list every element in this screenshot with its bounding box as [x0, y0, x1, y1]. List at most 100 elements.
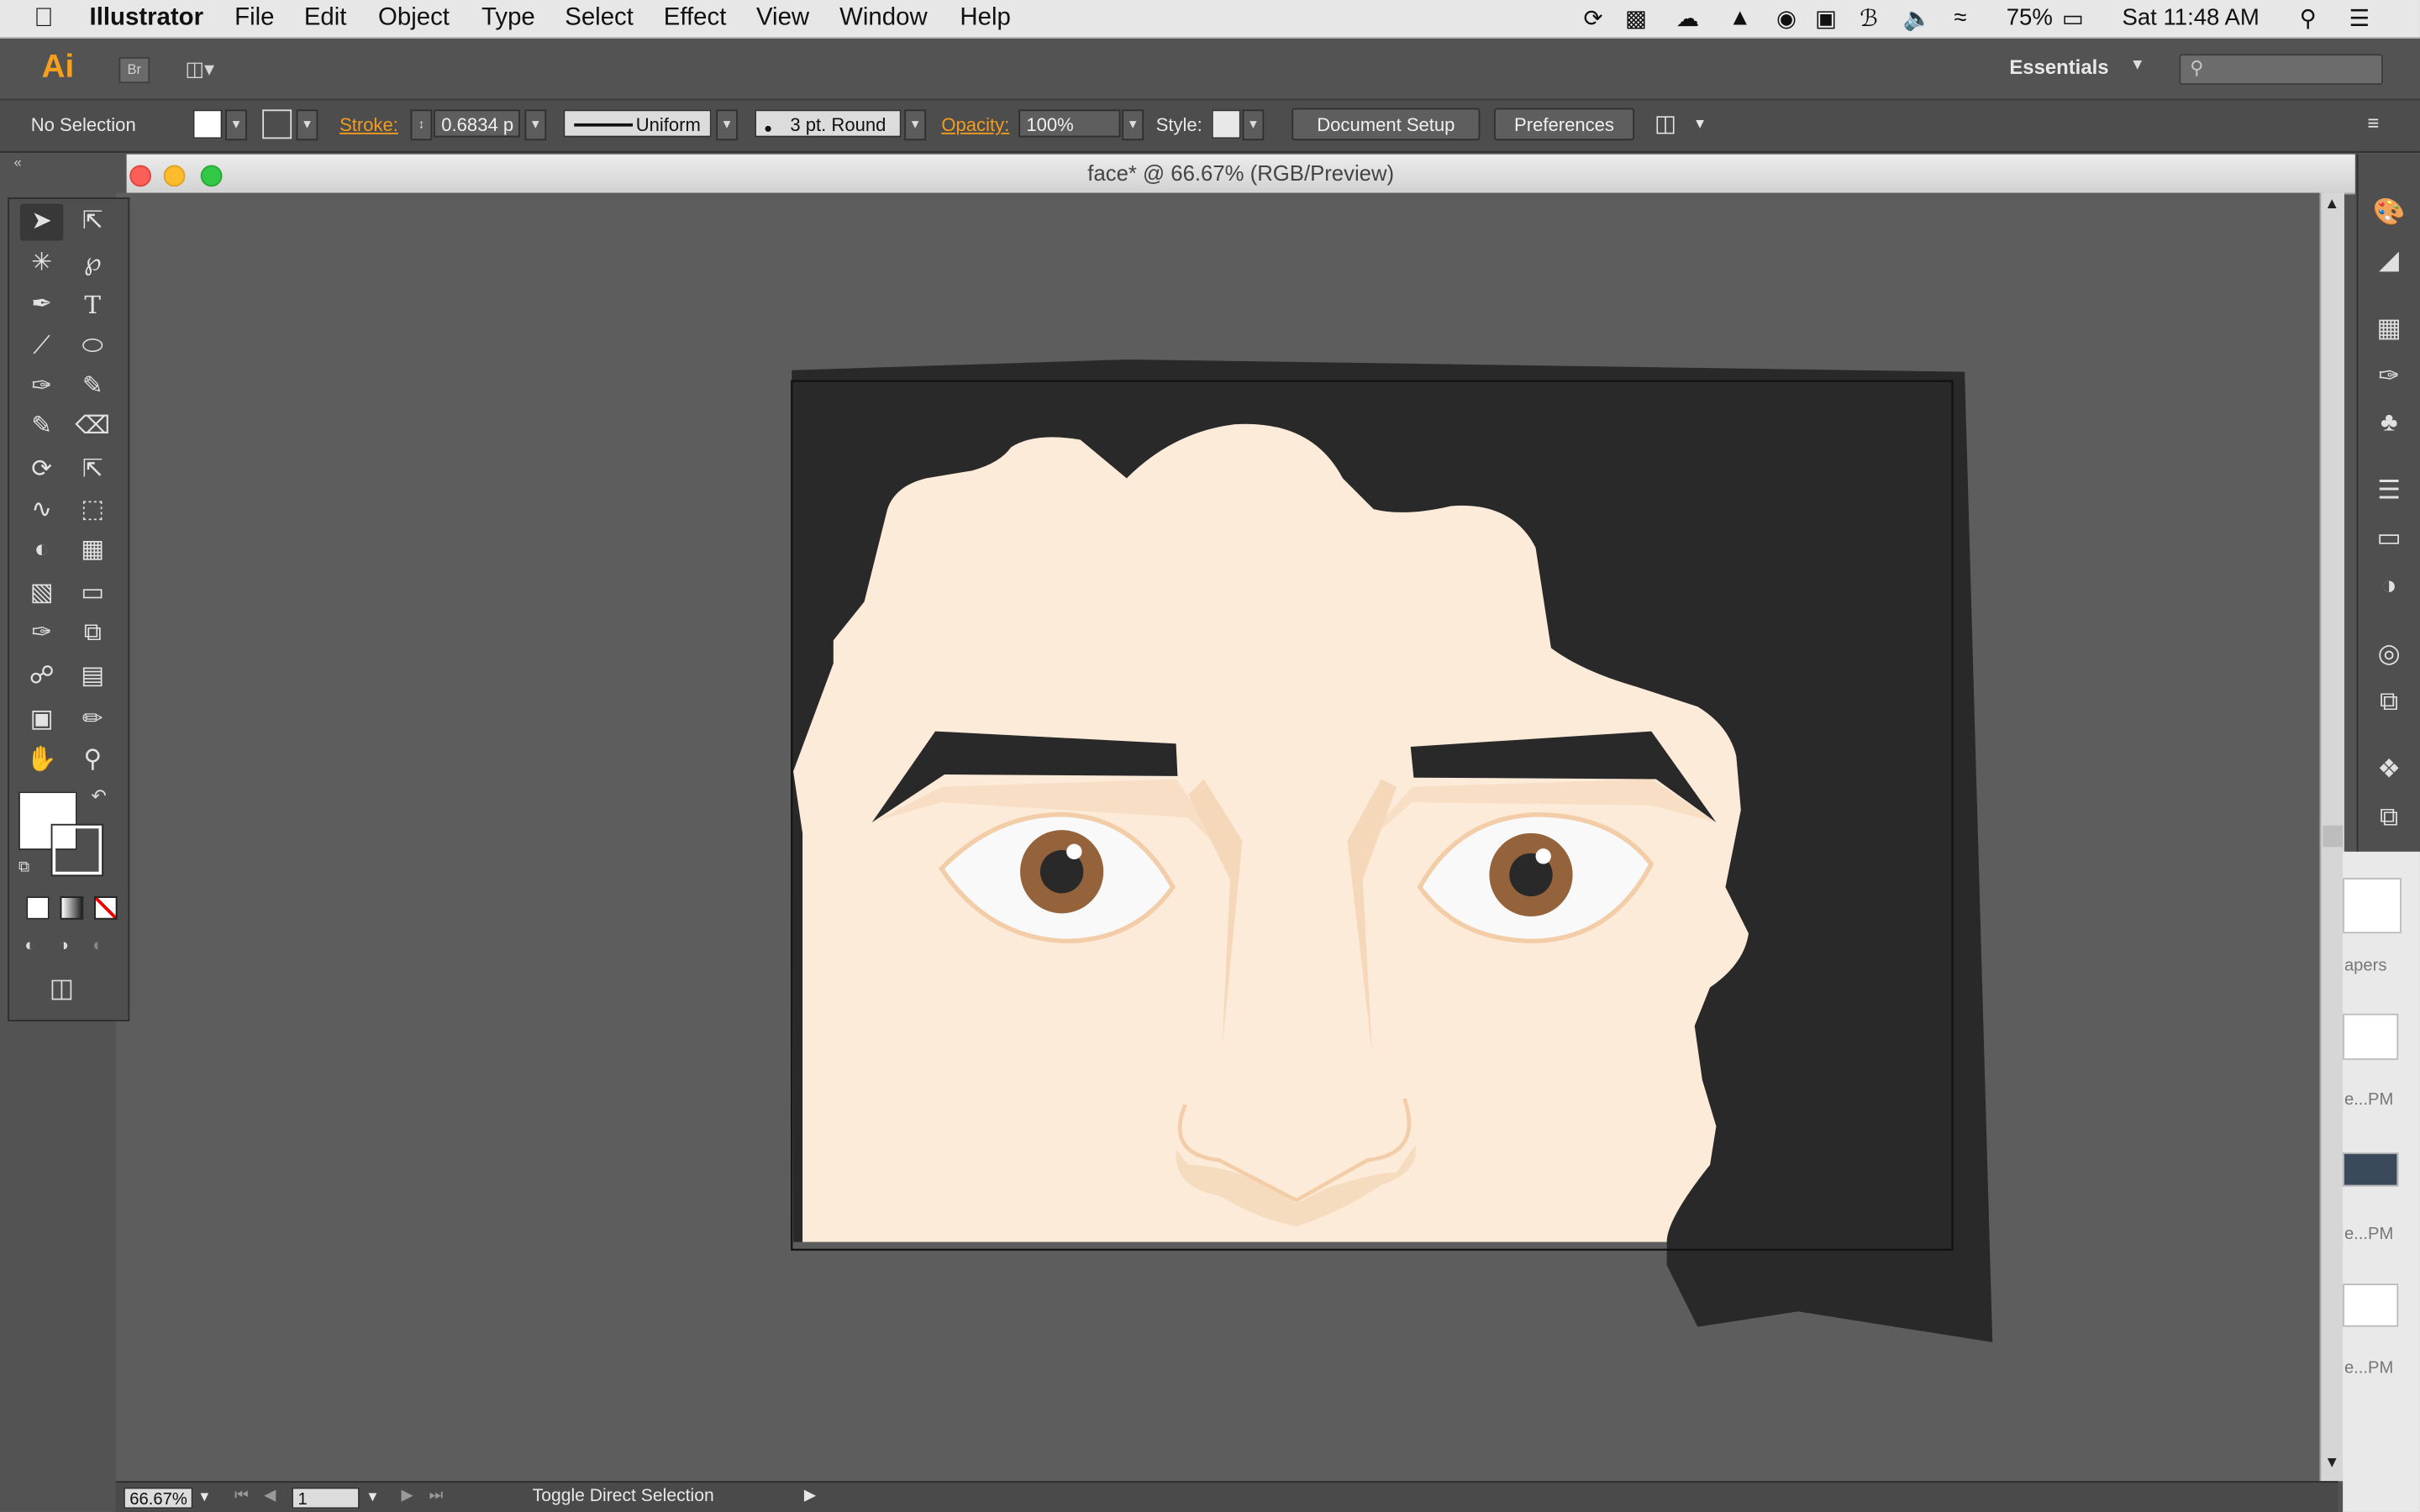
next-artboard-icon[interactable]: ▶	[402, 1488, 413, 1504]
bookmark-icon[interactable]: ▣	[1815, 5, 1837, 32]
hand-tool-icon[interactable]: ✋	[20, 742, 63, 779]
eraser-tool-icon[interactable]: ⌫	[71, 409, 113, 446]
magic-wand-tool-icon[interactable]: ✳	[20, 245, 63, 282]
document-raster-effects-icon[interactable]: ◫	[1655, 109, 1676, 137]
cloud-icon[interactable]: ☁	[1676, 5, 1700, 32]
chevron-down-icon[interactable]: ▼	[2130, 57, 2145, 74]
artboard-tool-icon[interactable]: ▣	[20, 702, 63, 739]
free-transform-tool-icon[interactable]: ⬚	[71, 492, 113, 529]
draw-behind-icon[interactable]: ◑	[59, 937, 69, 955]
terminal-icon[interactable]: ▩	[1625, 5, 1647, 32]
eye-icon[interactable]: ◉	[1776, 5, 1797, 32]
sync-icon[interactable]: ⟳	[1583, 5, 1602, 32]
canvas-area[interactable]	[115, 192, 2320, 1482]
help-search-input[interactable]: ⚲	[2179, 54, 2383, 86]
gradient-mode-icon[interactable]	[60, 896, 84, 920]
none-mode-icon[interactable]	[94, 896, 118, 920]
color-panel-icon[interactable]: 🎨	[2372, 196, 2406, 229]
artwork-svg[interactable]	[116, 193, 2320, 1482]
stroke-label-link[interactable]: Stroke:	[339, 114, 398, 136]
menu-type[interactable]: Type	[481, 5, 535, 33]
bowler-hat-icon[interactable]: ▲	[1728, 5, 1751, 31]
notification-center-icon[interactable]: ☰	[2349, 5, 2370, 32]
menu-view[interactable]: View	[756, 5, 809, 33]
default-colors-icon[interactable]: ⧉	[18, 859, 29, 876]
layers-panel-icon[interactable]: ❖	[2372, 753, 2406, 786]
color-guide-icon[interactable]: ◢	[2372, 244, 2406, 277]
workspace-switcher[interactable]: Essentials	[2009, 55, 2108, 79]
thumbnail-2[interactable]	[2343, 1013, 2399, 1060]
thumbnail-1[interactable]	[2343, 878, 2402, 934]
menu-window[interactable]: Window	[839, 5, 928, 33]
bluetooth-icon[interactable]: ℬ	[1860, 5, 1878, 32]
opacity-dropdown-icon[interactable]: ▼	[1122, 109, 1144, 141]
selection-tool-icon[interactable]: ➤	[19, 203, 64, 241]
menu-edit[interactable]: Edit	[304, 5, 347, 33]
zoom-tool-icon[interactable]: ⚲	[71, 742, 113, 779]
transparency-panel-icon[interactable]: ◑	[2372, 570, 2406, 603]
ellipse-tool-icon[interactable]: ⬭	[71, 328, 113, 365]
direct-selection-tool-icon[interactable]: ⇱	[71, 203, 113, 240]
status-text[interactable]: Toggle Direct Selection	[533, 1488, 714, 1506]
blend-tool-icon[interactable]: ⧉	[71, 616, 113, 653]
stroke-weight-field[interactable]: 0.6834 p	[434, 109, 520, 138]
stroke-stepper-icon[interactable]: ↕	[410, 109, 433, 141]
previous-artboard-icon[interactable]: ◀	[264, 1488, 276, 1504]
brushes-panel-icon[interactable]: ✑	[2372, 360, 2406, 393]
scale-tool-icon[interactable]: ⇱	[71, 452, 113, 489]
collapse-tools-icon[interactable]: «	[14, 155, 22, 170]
menu-app-name[interactable]: Illustrator	[90, 5, 204, 33]
menu-help[interactable]: Help	[960, 5, 1010, 33]
graphic-styles-panel-icon[interactable]: ⧉	[2372, 685, 2406, 718]
document-titlebar[interactable]: face* @ 66.67% (RGB/Preview)	[126, 154, 2355, 195]
brush-definition[interactable]: 3 pt. Round	[755, 109, 902, 138]
artboard-dropdown-icon[interactable]: ▼	[366, 1488, 379, 1504]
clock[interactable]: Sat 11:48 AM	[2122, 5, 2259, 31]
stroke-swatch-dropdown-icon[interactable]: ▼	[296, 109, 318, 141]
brush-dropdown-icon[interactable]: ▼	[904, 109, 927, 141]
graphic-style-swatch[interactable]	[1211, 109, 1241, 139]
symbols-panel-icon[interactable]: ♣	[2372, 406, 2406, 439]
thumbnail-4[interactable]	[2343, 1284, 2399, 1327]
gradient-panel-icon[interactable]: ▭	[2372, 522, 2406, 555]
zoom-level-field[interactable]: 66.67%	[123, 1487, 193, 1509]
swap-colors-icon[interactable]: ↶	[91, 785, 106, 807]
slice-tool-icon[interactable]: ✏	[71, 702, 113, 739]
panel-menu-icon[interactable]: ≡	[2367, 111, 2379, 134]
volume-icon[interactable]: 🔈	[1903, 5, 1932, 32]
appearance-panel-icon[interactable]: ◎	[2372, 638, 2406, 671]
color-mode-icon[interactable]	[26, 896, 50, 920]
gradient-tool-icon[interactable]: ▭	[71, 575, 113, 612]
stroke-color-box[interactable]	[50, 823, 104, 877]
preferences-button[interactable]: Preferences	[1493, 108, 1635, 141]
bridge-button[interactable]: Br	[118, 56, 150, 84]
menu-object[interactable]: Object	[378, 5, 450, 33]
blob-brush-tool-icon[interactable]: ✎	[20, 409, 63, 446]
swatches-panel-icon[interactable]: ▦	[2372, 312, 2406, 345]
opacity-field[interactable]: 100%	[1018, 109, 1121, 138]
shape-builder-tool-icon[interactable]: ◐	[20, 533, 63, 570]
width-tool-icon[interactable]: ∿	[20, 492, 63, 529]
vertical-scrollbar[interactable]: ▲ ▼	[2319, 192, 2344, 1482]
draw-normal-icon[interactable]: ◐	[24, 937, 34, 955]
symbol-sprayer-tool-icon[interactable]: ☍	[20, 659, 63, 696]
first-artboard-icon[interactable]: ⏮	[234, 1488, 249, 1504]
artboards-panel-icon[interactable]: ⧉	[2372, 801, 2406, 834]
mesh-tool-icon[interactable]: ▧	[20, 575, 63, 612]
opacity-label-link[interactable]: Opacity:	[941, 114, 1009, 136]
profile-dropdown-icon[interactable]: ▼	[716, 109, 738, 141]
pencil-tool-icon[interactable]: ✎	[71, 369, 113, 406]
chevron-down-icon[interactable]: ▼	[1693, 116, 1707, 131]
status-menu-icon[interactable]: ▶	[804, 1488, 816, 1504]
zoom-dropdown-icon[interactable]: ▼	[197, 1488, 211, 1504]
draw-inside-icon[interactable]: ◐	[92, 937, 103, 955]
wifi-icon[interactable]: ≈	[1954, 5, 1966, 31]
paintbrush-tool-icon[interactable]: ✑	[20, 369, 63, 406]
artboard-number-field[interactable]: 1	[292, 1487, 360, 1509]
apple-menu-icon[interactable]: 	[34, 3, 53, 34]
fill-swatch[interactable]	[192, 109, 223, 139]
column-graph-tool-icon[interactable]: ▤	[71, 659, 113, 696]
stroke-weight-dropdown-icon[interactable]: ▼	[524, 109, 547, 141]
menu-effect[interactable]: Effect	[664, 5, 727, 33]
screen-mode-icon[interactable]: ◫	[50, 974, 75, 1005]
